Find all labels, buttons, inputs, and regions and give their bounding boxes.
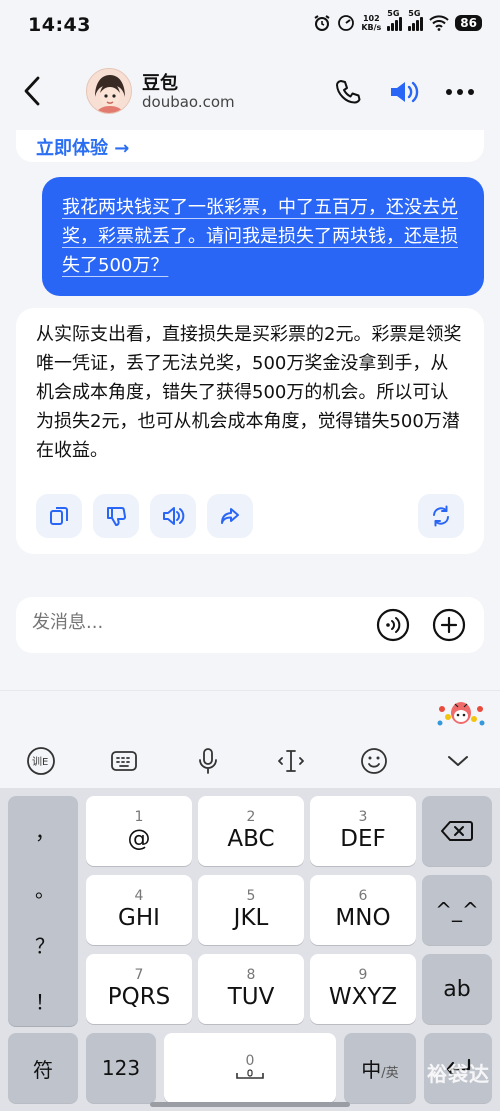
- ai-reply-text: 从实际支出看，直接损失是买彩票的2元。彩票是领奖唯一凭证，丢了无法兑奖，500万…: [36, 324, 462, 461]
- dislike-button[interactable]: [93, 494, 139, 538]
- backspace-icon: [441, 821, 473, 841]
- key-6[interactable]: 6 MNO: [310, 875, 416, 945]
- space-key[interactable]: 0: [164, 1033, 336, 1103]
- smiley-icon: [361, 748, 387, 774]
- try-now-link[interactable]: 立即体验 →: [36, 134, 129, 160]
- regenerate-button[interactable]: [418, 494, 464, 538]
- numeric-key[interactable]: 123: [86, 1033, 156, 1103]
- key-9[interactable]: 9 WXYZ: [310, 954, 416, 1024]
- add-attachment-button[interactable]: [432, 608, 466, 642]
- speaker-on-icon: [391, 81, 419, 103]
- phone-call-button[interactable]: [332, 76, 364, 108]
- punct-exclaim-key[interactable]: ！: [14, 986, 76, 1015]
- share-icon: [221, 508, 239, 524]
- ime-logo-button[interactable]: 训E: [24, 744, 58, 778]
- watermark: 裕袋达: [427, 1062, 490, 1086]
- copy-icon: [50, 507, 68, 525]
- key-1[interactable]: 1 @: [86, 796, 192, 866]
- key-2[interactable]: 2 ABC: [198, 796, 304, 866]
- thumbs-down-icon: [107, 507, 126, 526]
- wifi-icon: [429, 15, 449, 31]
- ai-reply-card: 从实际支出看，直接损失是买彩票的2元。彩票是领奖唯一凭证，丢了无法兑奖，500万…: [16, 308, 484, 554]
- cursor-move-button[interactable]: [274, 744, 308, 778]
- keyboard-icon: [111, 751, 137, 771]
- back-button[interactable]: [18, 74, 48, 108]
- ime-candidate-strip: [0, 690, 500, 732]
- speedometer-icon: [337, 14, 355, 32]
- home-indicator[interactable]: [150, 1102, 350, 1107]
- key-5[interactable]: 5 JKL: [198, 875, 304, 945]
- t9-keyboard: ， 。 ？ ！ 1 @ 2 ABC 3 DEF 4 GHI 5 JKL 6 MNO ^_^ …: [0, 788, 500, 1111]
- chat-subtitle: doubao.com: [142, 93, 235, 111]
- chat-header: 豆包 doubao.com: [0, 52, 500, 130]
- svg-text:训E: 训E: [32, 756, 48, 768]
- phone-icon: [336, 80, 361, 104]
- collapse-keyboard-button[interactable]: [441, 744, 475, 778]
- ime-mascot-icon[interactable]: [436, 695, 486, 729]
- space-mic-icon: [236, 1069, 264, 1079]
- text-cursor-icon: [278, 750, 304, 772]
- share-button[interactable]: [207, 494, 253, 538]
- ab-switch-key[interactable]: ab: [422, 954, 492, 1024]
- speaker-toggle-button[interactable]: [388, 76, 420, 108]
- punct-comma-key[interactable]: ，: [14, 816, 76, 845]
- user-message-text: 我花两块钱买了一张彩票，中了五百万，还没去兑奖，彩票就丢了。请问我是损失了两块钱…: [62, 197, 458, 276]
- regenerate-icon: [433, 505, 449, 527]
- microphone-icon: [199, 748, 217, 774]
- message-input[interactable]: [32, 612, 332, 633]
- symbol-key[interactable]: 符: [8, 1033, 78, 1103]
- more-options-button[interactable]: [444, 76, 476, 108]
- emoticon-key[interactable]: ^_^: [422, 875, 492, 945]
- ime-toolbar: 训E: [0, 732, 500, 788]
- chat-thread[interactable]: 立即体验 → 我花两块钱买了一张彩票，中了五百万，还没去兑奖，彩票就丢了。请问我…: [0, 130, 500, 690]
- key-4[interactable]: 4 GHI: [86, 875, 192, 945]
- alarm-icon: [313, 14, 331, 32]
- punct-question-key[interactable]: ？: [14, 930, 76, 959]
- plus-circle-icon: [432, 608, 466, 642]
- user-message-bubble[interactable]: 我花两块钱买了一张彩票，中了五百万，还没去兑奖，彩票就丢了。请问我是损失了两块钱…: [42, 177, 484, 296]
- chevron-down-icon: [448, 756, 468, 766]
- key-8[interactable]: 8 TUV: [198, 954, 304, 1024]
- backspace-key[interactable]: [422, 796, 492, 866]
- key-7[interactable]: 7 PQRS: [86, 954, 192, 1024]
- chat-title: 豆包: [142, 73, 178, 94]
- message-composer: [16, 597, 484, 653]
- status-icons: 102 KB/s 5G 5G 86: [313, 9, 482, 32]
- signal-sim1-icon: 5G: [387, 9, 403, 31]
- status-time: 14:43: [28, 14, 91, 36]
- voice-input-button[interactable]: [376, 608, 410, 642]
- speaker-icon: [163, 507, 185, 525]
- voice-typing-button[interactable]: [191, 744, 225, 778]
- back-arrow-icon: [24, 76, 40, 106]
- voice-wave-icon: [376, 608, 410, 642]
- signal-sim2-icon: 5G: [408, 9, 424, 31]
- copy-button[interactable]: [36, 494, 82, 538]
- status-bar: 14:43 102 KB/s 5G 5G 86: [0, 0, 500, 52]
- key-3[interactable]: 3 DEF: [310, 796, 416, 866]
- ime-logo-icon: 训E: [27, 747, 55, 775]
- battery-indicator: 86: [455, 15, 482, 31]
- emoji-button[interactable]: [357, 744, 391, 778]
- keyboard-layout-button[interactable]: [107, 744, 141, 778]
- more-dots-icon: [446, 89, 474, 95]
- punct-period-key[interactable]: 。: [14, 874, 76, 903]
- net-speed: 102 KB/s: [361, 14, 382, 32]
- language-switch-key[interactable]: 中 /英: [344, 1033, 416, 1103]
- avatar[interactable]: [86, 68, 132, 114]
- read-aloud-button[interactable]: [150, 494, 196, 538]
- previous-message-card: 立即体验 →: [16, 130, 484, 162]
